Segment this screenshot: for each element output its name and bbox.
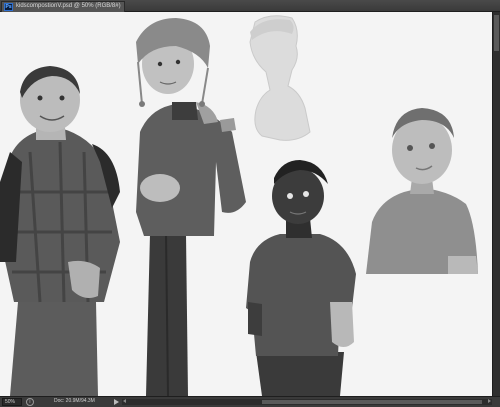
horizontal-scroll-thumb[interactable] — [262, 400, 482, 404]
figure-boy-grey-shirt — [366, 108, 478, 274]
info-icon[interactable]: i — [26, 398, 34, 406]
document-tab-bar: Ps kidscompostionV.psd @ 50% (RGB/8#) — [0, 0, 500, 12]
document-window: Ps kidscompostionV.psd @ 50% (RGB/8#) 50… — [0, 0, 500, 407]
arrow-left-icon[interactable] — [123, 399, 126, 403]
figure-teen-hat — [136, 18, 246, 396]
vertical-scroll-thumb[interactable] — [494, 15, 499, 51]
document-tab-title: kidscompostionV.psd @ 50% (RGB/8#) — [16, 3, 121, 9]
figure-boy-plaid-shirt — [0, 66, 120, 396]
arrow-right-icon[interactable] — [488, 399, 491, 403]
figure-small-boy — [246, 160, 356, 396]
document-size-info[interactable]: Doc: 20.9M/94.3M — [54, 398, 95, 406]
zoom-level-field[interactable]: 50% — [2, 398, 22, 406]
play-icon[interactable] — [114, 399, 119, 405]
vertical-scrollbar[interactable] — [492, 12, 500, 396]
photoshop-logo-icon: Ps — [4, 3, 13, 11]
artwork-illustration — [0, 15, 478, 396]
sketch-figure-pale — [249, 15, 311, 141]
canvas[interactable] — [0, 12, 492, 396]
document-tab[interactable]: Ps kidscompostionV.psd @ 50% (RGB/8#) — [1, 1, 125, 12]
horizontal-scrollbar[interactable] — [122, 399, 492, 405]
status-bar: 50% i Doc: 20.9M/94.3M — [0, 396, 500, 407]
